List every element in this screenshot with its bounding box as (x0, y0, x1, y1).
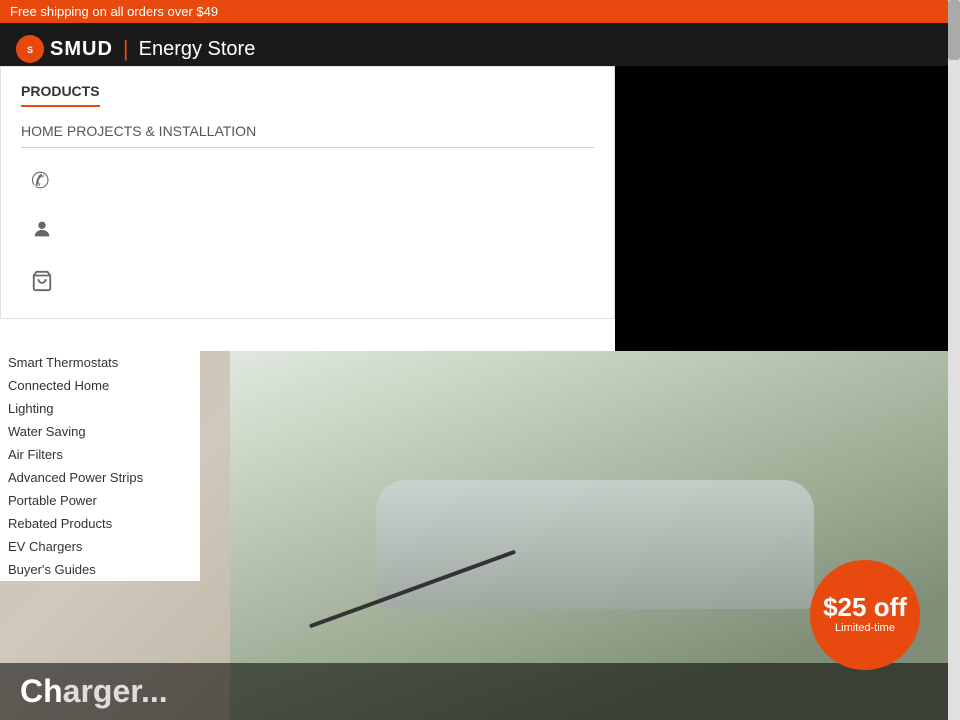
sidebar-item-smart-thermostats[interactable]: Smart Thermostats (0, 351, 200, 374)
category-sidebar: Smart Thermostats Connected Home Lightin… (0, 351, 200, 581)
sidebar-item-connected-home[interactable]: Connected Home (0, 374, 200, 397)
phone-icon[interactable]: ✆ (31, 168, 594, 194)
sidebar-item-water-saving[interactable]: Water Saving (0, 420, 200, 443)
logo-circle: S (16, 35, 44, 63)
products-dropdown: PRODUCTS HOME PROJECTS & INSTALLATION ✆ (0, 66, 615, 319)
hero-title-text: Ch (20, 673, 63, 709)
discount-badge: $25 off Limited-time (810, 560, 920, 670)
sidebar-item-advanced-power-strips[interactable]: Advanced Power Strips (0, 466, 200, 489)
logo-name: SMUD (50, 38, 113, 61)
sidebar-item-rebated-products[interactable]: Rebated Products (0, 512, 200, 535)
sidebar-item-ev-chargers[interactable]: EV Chargers (0, 535, 200, 558)
logo-store-name: Energy Store (139, 38, 256, 61)
hero-text-overlay: Charger... (0, 663, 960, 720)
discount-label: Limited-time (835, 622, 895, 635)
discount-amount: $25 off (823, 594, 907, 620)
black-panel (615, 66, 960, 351)
logo-separator: | (123, 36, 129, 62)
products-label[interactable]: PRODUCTS (21, 83, 100, 107)
scrollbar[interactable] (948, 0, 960, 720)
header-icons: ✆ (21, 168, 594, 298)
user-icon[interactable] (31, 218, 594, 246)
sidebar-item-air-filters[interactable]: Air Filters (0, 443, 200, 466)
sidebar-item-portable-power[interactable]: Portable Power (0, 489, 200, 512)
sidebar-item-lighting[interactable]: Lighting (0, 397, 200, 420)
svg-text:S: S (27, 45, 33, 55)
hero-title: Charger... (20, 673, 940, 710)
sidebar-item-buyers-guides[interactable]: Buyer's Guides (0, 558, 200, 581)
banner-text: Free shipping on all orders over $49 (10, 4, 218, 19)
logo[interactable]: S SMUD | Energy Store (16, 35, 255, 63)
home-projects-label[interactable]: HOME PROJECTS & INSTALLATION (21, 123, 594, 148)
scrollbar-thumb[interactable] (948, 0, 960, 60)
free-shipping-banner: Free shipping on all orders over $49 (0, 0, 960, 23)
cart-icon[interactable] (31, 270, 594, 298)
